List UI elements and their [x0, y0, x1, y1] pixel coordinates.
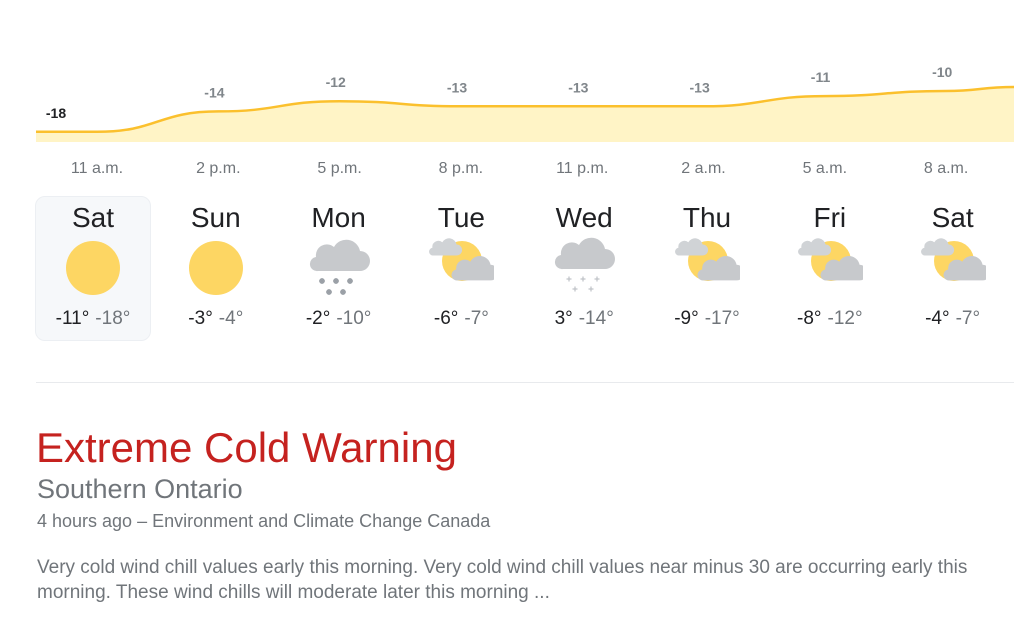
day-temperatures: -2° -10° [282, 308, 396, 330]
high-temp: -9° [674, 308, 699, 329]
day-temperatures: 3° -14° [527, 308, 641, 330]
day-temperatures: -4° -7° [896, 308, 1010, 330]
chart-temp-label: -10 [932, 64, 952, 80]
day-name: Sun [190, 202, 241, 233]
sunny-icon [60, 235, 126, 301]
time-tick-label: 2 a.m. [681, 160, 726, 177]
day-name: Mon [311, 202, 366, 233]
day-temperatures: -6° -7° [404, 308, 518, 330]
flurries-icon [551, 235, 617, 301]
day-card-sun[interactable]: Sun -3° -4° [159, 197, 273, 340]
day-card-fri[interactable]: Fri -8° -12° [773, 197, 887, 340]
wind-chill-chart: -18 -14 -12 -13 -13 -13 -11 -10 [36, 64, 1015, 142]
day-name: Thu [682, 202, 732, 233]
time-tick-label: 2 p.m. [196, 160, 241, 177]
low-temp: -18° [95, 308, 131, 329]
chart-temp-label: -12 [326, 74, 346, 90]
day-name: Tue [437, 202, 485, 233]
hourly-time-axis: 11 a.m. 2 p.m. 5 p.m. 8 p.m. 11 p.m. 2 a.m. 5 … [36, 160, 1014, 182]
chart-temp-label: -18 [46, 105, 66, 121]
partly-cloudy-icon [428, 235, 499, 301]
day-name: Wed [555, 202, 613, 233]
low-temp: -14° [578, 308, 614, 329]
section-divider [36, 382, 1014, 383]
day-temperatures: -3° -4° [159, 308, 273, 330]
low-temp: -12° [827, 308, 863, 329]
day-card-tue[interactable]: Tue -6° -7° [404, 197, 518, 340]
time-tick-label: 8 a.m. [923, 160, 969, 177]
partly-cloudy-icon [920, 235, 990, 301]
alert-source-meta: 4 hours ago – Environment and Climate Ch… [37, 511, 491, 531]
high-temp: -8° [797, 308, 822, 329]
day-card-mon[interactable]: Mon -2° -10° [282, 197, 396, 340]
time-tick-label: 11 a.m. [70, 160, 124, 177]
alert-title[interactable]: Extreme Cold Warning [36, 424, 457, 472]
alert-description: Very cold wind chill values early this m… [37, 557, 968, 603]
day-temperatures: -11° -18° [36, 308, 150, 330]
alert-region: Southern Ontario [37, 474, 243, 504]
partly-cloudy-icon [797, 235, 868, 301]
snow-icon [306, 235, 372, 301]
chart-temp-label: -13 [568, 79, 588, 95]
high-temp: -4° [925, 308, 950, 329]
day-card-wed[interactable]: Wed 3° -14° [527, 197, 641, 340]
day-name: Fri [813, 202, 847, 233]
high-temp: 3° [554, 308, 573, 329]
low-temp: -7° [464, 308, 489, 329]
time-tick-label: 5 a.m. [802, 160, 848, 177]
high-temp: -11° [55, 308, 90, 329]
high-temp: -2° [305, 308, 331, 329]
high-temp: -3° [188, 308, 213, 329]
time-tick-label: 11 p.m. [556, 160, 609, 177]
low-temp: -17° [704, 308, 740, 329]
high-temp: -6° [433, 308, 459, 329]
partly-cloudy-icon [674, 235, 745, 301]
day-temperatures: -8° -12° [773, 308, 887, 330]
sunny-icon [183, 235, 249, 301]
day-card-thu[interactable]: Thu -9° -17° [650, 197, 764, 340]
low-temp: -10° [336, 308, 372, 329]
day-card-sat[interactable]: Sat -4° -7° [896, 197, 1010, 340]
chart-temp-label: -13 [447, 79, 467, 95]
chart-temp-label: -13 [690, 79, 710, 95]
day-name: Sat [931, 202, 974, 233]
day-temperatures: -9° -17° [650, 308, 764, 330]
low-temp: -4° [218, 308, 244, 329]
low-temp: -7° [955, 308, 981, 329]
chart-temp-label: -11 [811, 69, 831, 85]
day-name: Sat [71, 202, 115, 233]
time-tick-label: 5 p.m. [317, 160, 362, 177]
time-tick-label: 8 p.m. [438, 160, 484, 177]
day-card-sat[interactable]: Sat -11° -18° [35, 196, 151, 341]
chart-temp-label: -14 [204, 84, 224, 100]
daily-forecast-row: Sat -11° -18° Sun -3° -4° Mon -2° -10° Tue -6° -7° W… [35, 196, 1014, 342]
